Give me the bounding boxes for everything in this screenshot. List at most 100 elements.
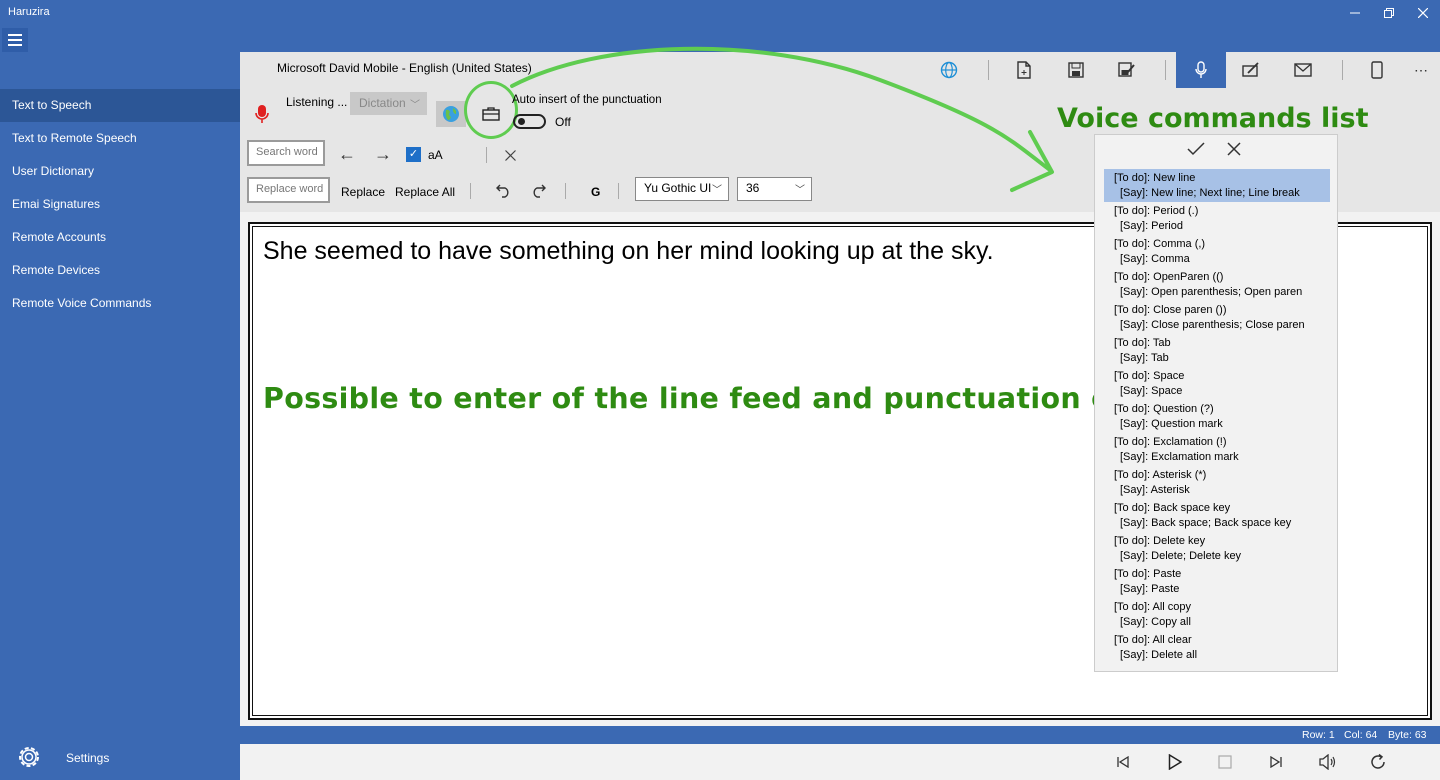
command-todo: [To do]: Back space key (1114, 502, 1231, 514)
arrow-left-icon: ← (338, 144, 356, 164)
playback-bar (240, 744, 1440, 780)
mail-icon (1294, 63, 1312, 77)
more-button[interactable]: ⋯ (1404, 53, 1438, 87)
editor-content[interactable]: She seemed to have something on her mind… (263, 237, 994, 266)
list-item[interactable]: [To do]: Question (?) [Say]: Question mar… (1104, 400, 1330, 433)
replace-button[interactable]: Replace (341, 185, 385, 199)
command-say: [Say]: Comma (1120, 253, 1190, 265)
voice-commands-panel: [To do]: New line [Say]: New line; Next l… (1094, 134, 1338, 672)
sidebar-item-text-to-remote-speech[interactable]: Text to Remote Speech (0, 122, 240, 155)
signature-icon (1242, 62, 1259, 77)
command-say: [Say]: Delete all (1120, 649, 1198, 661)
command-todo: [To do]: All copy (1114, 601, 1192, 613)
dictation-mode-value: Dictation (359, 96, 406, 110)
next-button[interactable] (1265, 752, 1287, 772)
undo-icon (496, 184, 509, 198)
settings-label: Settings (66, 751, 110, 765)
stop-button[interactable] (1214, 752, 1236, 772)
auto-punctuation-toggle[interactable] (513, 114, 546, 129)
save-as-button[interactable] (1110, 53, 1144, 87)
list-item[interactable]: [To do]: Close paren ()) [Say]: Close par… (1104, 301, 1330, 334)
checkmark-icon (1187, 142, 1205, 156)
bold-button[interactable]: G (591, 185, 600, 199)
arrow-right-icon: → (374, 144, 392, 164)
undo-button[interactable] (496, 182, 512, 203)
list-item[interactable]: [To do]: Back space key [Say]: Back space… (1104, 499, 1330, 532)
new-file-button[interactable] (1007, 53, 1041, 87)
list-item[interactable]: [To do]: Period (.) [Say]: Period (1104, 202, 1330, 235)
command-say: [Say]: Paste (1120, 583, 1180, 595)
listening-status: Listening ... (286, 95, 348, 109)
command-todo: [To do]: All clear (1114, 634, 1192, 646)
command-say: [Say]: Exclamation mark (1120, 451, 1239, 463)
command-say: [Say]: Space (1120, 385, 1183, 397)
settings-button[interactable]: Settings (0, 738, 240, 778)
replace-input[interactable]: Replace word (247, 177, 330, 203)
command-todo: [To do]: Space (1114, 370, 1185, 382)
replace-all-button[interactable]: Replace All (395, 185, 455, 199)
sidebar-item-remote-voice-commands[interactable]: Remote Voice Commands (0, 287, 240, 320)
sidebar-item-text-to-speech[interactable]: Text to Speech (0, 89, 240, 122)
search-previous-button[interactable]: ← (338, 144, 356, 165)
save-button[interactable] (1059, 53, 1093, 87)
toggle-state-label: Off (555, 115, 571, 129)
hamburger-menu-button[interactable] (2, 28, 28, 52)
close-icon (1418, 8, 1428, 18)
promo-annotation: Possible to enter of the line feed and p… (263, 382, 1154, 415)
command-todo: [To do]: Comma (,) (1114, 238, 1206, 250)
dictation-mode-select[interactable]: Dictation ﹀ (350, 92, 427, 115)
list-item[interactable]: [To do]: Exclamation (!) [Say]: Exclamati… (1104, 433, 1330, 466)
command-todo: [To do]: Period (.) (1114, 205, 1199, 217)
earth-icon (443, 106, 459, 122)
voice-commands-list: [To do]: New line [Say]: New line; Next l… (1104, 169, 1330, 664)
save-icon (1068, 62, 1084, 78)
command-say: [Say]: Copy all (1120, 616, 1191, 628)
voice-commands-title: Voice commands list (1057, 103, 1369, 134)
list-item[interactable]: [To do]: OpenParen (() [Say]: Open parent… (1104, 268, 1330, 301)
list-item[interactable]: [To do]: New line [Say]: New line; Next l… (1104, 169, 1330, 202)
list-item[interactable]: [To do]: Delete key [Say]: Delete; Delete… (1104, 532, 1330, 565)
list-item[interactable]: [To do]: All copy [Say]: Copy all (1104, 598, 1330, 631)
previous-button[interactable] (1112, 752, 1134, 772)
chevron-down-icon: ﹀ (795, 185, 805, 196)
repeat-button[interactable] (1367, 752, 1389, 772)
title-bar: Haruzira (0, 0, 1440, 26)
font-size-select[interactable]: 36 ﹀ (737, 177, 812, 201)
dictation-mic-button[interactable] (1176, 52, 1226, 88)
status-bar: Row: 1 Col: 64 Byte: 63 (240, 726, 1440, 744)
new-file-icon (1017, 61, 1031, 79)
command-say: [Say]: Tab (1120, 352, 1169, 364)
restore-button[interactable] (1372, 0, 1406, 26)
list-item[interactable]: [To do]: Comma (,) [Say]: Comma (1104, 235, 1330, 268)
status-col: Col: 64 (1344, 729, 1378, 741)
match-case-checkbox[interactable]: ✓ (406, 147, 421, 162)
confirm-button[interactable] (1187, 141, 1205, 162)
translate-button[interactable] (436, 101, 466, 127)
language-button[interactable] (932, 53, 966, 87)
sidebar-item-user-dictionary[interactable]: User Dictionary (0, 155, 240, 188)
sidebar-item-remote-accounts[interactable]: Remote Accounts (0, 221, 240, 254)
play-button[interactable] (1164, 752, 1186, 772)
voice-name[interactable]: Microsoft David Mobile - English (United… (277, 61, 532, 75)
search-next-button[interactable]: → (374, 144, 392, 165)
list-item[interactable]: [To do]: Tab [Say]: Tab (1104, 334, 1330, 367)
list-item[interactable]: [To do]: Paste [Say]: Paste (1104, 565, 1330, 598)
close-window-button[interactable] (1406, 0, 1440, 26)
volume-button[interactable] (1317, 752, 1339, 772)
redo-button[interactable] (530, 182, 546, 203)
cancel-button[interactable] (1227, 142, 1241, 161)
sidebar-item-remote-devices[interactable]: Remote Devices (0, 254, 240, 287)
list-item[interactable]: [To do]: All clear [Say]: Delete all (1104, 631, 1330, 664)
font-family-select[interactable]: Yu Gothic UI ﹀ (635, 177, 729, 201)
list-item[interactable]: [To do]: Asterisk (*) [Say]: Asterisk (1104, 466, 1330, 499)
list-item[interactable]: [To do]: Space [Say]: Space (1104, 367, 1330, 400)
refresh-icon (1371, 753, 1385, 769)
sidebar-item-email-signatures[interactable]: Emai Signatures (0, 188, 240, 221)
clear-search-button[interactable] (505, 148, 516, 166)
signature-button[interactable] (1234, 53, 1268, 87)
device-button[interactable] (1360, 53, 1394, 87)
search-input[interactable]: Search word (247, 140, 325, 166)
email-button[interactable] (1286, 53, 1320, 87)
play-icon (1168, 754, 1182, 770)
minimize-button[interactable] (1338, 0, 1372, 26)
